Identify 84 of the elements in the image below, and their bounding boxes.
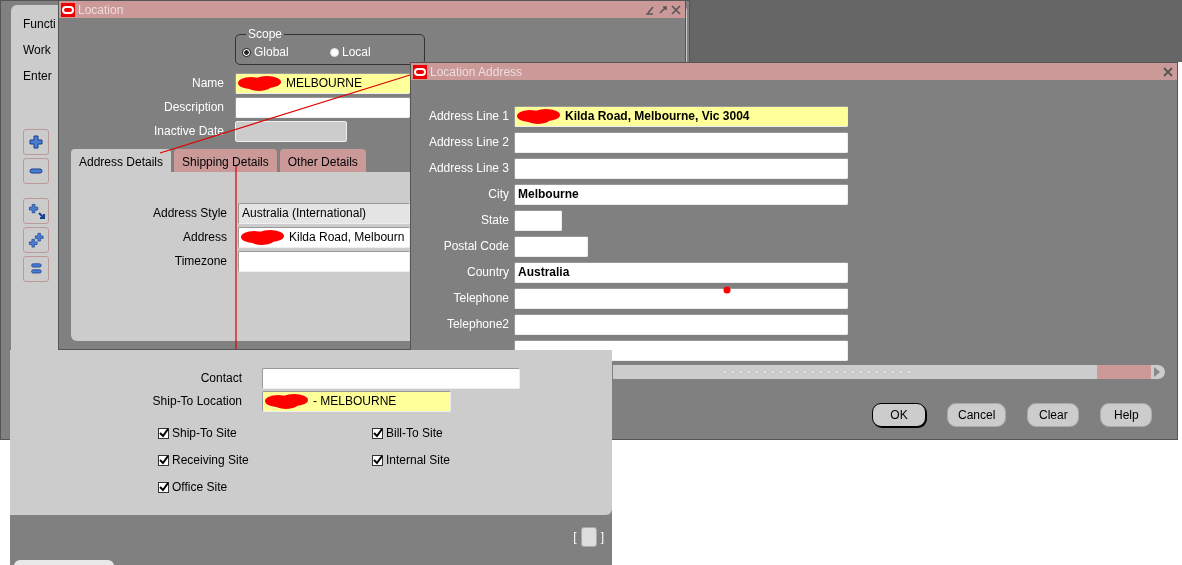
close-icon bbox=[1163, 66, 1173, 77]
field-label: Address bbox=[181, 229, 227, 246]
radio-label: Global bbox=[254, 44, 289, 61]
checkbox[interactable] bbox=[158, 427, 169, 439]
field-label: Address Line 2 bbox=[427, 134, 509, 151]
checkbox-label: Ship-To Site bbox=[172, 425, 237, 442]
group-label: Scope bbox=[246, 27, 285, 41]
checkbox[interactable] bbox=[158, 481, 169, 493]
input-field[interactable]: Australia (International) bbox=[238, 202, 410, 224]
tab[interactable]: Other Details bbox=[279, 149, 366, 172]
input-field[interactable] bbox=[514, 209, 562, 231]
record-button[interactable] bbox=[580, 527, 597, 547]
maximize-icon bbox=[658, 4, 668, 15]
field-label: Address Line 3 bbox=[427, 160, 509, 177]
field-label: Ship-To Location bbox=[151, 393, 242, 410]
input-field[interactable]: Australia bbox=[514, 261, 848, 283]
redaction-mark bbox=[237, 74, 283, 92]
plus-button[interactable] bbox=[23, 129, 49, 155]
tab[interactable]: Shipping Details bbox=[174, 149, 277, 172]
input-field[interactable] bbox=[262, 367, 520, 389]
redaction-mark bbox=[240, 228, 286, 246]
input-field[interactable] bbox=[238, 250, 410, 272]
radio-button[interactable] bbox=[242, 47, 251, 57]
dialog-button[interactable]: OK bbox=[872, 403, 926, 427]
minimize-icon bbox=[645, 4, 655, 15]
field-label: State bbox=[479, 212, 509, 229]
input-field[interactable]: Kilda Road, Melbourn bbox=[238, 226, 410, 248]
input-field[interactable] bbox=[514, 235, 588, 257]
radio-label: Local bbox=[342, 44, 371, 61]
checkbox-label: Receiving Site bbox=[172, 452, 249, 469]
input-field[interactable] bbox=[514, 287, 848, 309]
field-label: Telephone bbox=[452, 290, 509, 307]
scroll-thumb[interactable] bbox=[1097, 365, 1151, 379]
plus-arrow-button[interactable] bbox=[23, 198, 49, 224]
double-plus-icon bbox=[27, 231, 45, 249]
field-label: Postal Code bbox=[442, 238, 509, 255]
checkbox[interactable] bbox=[372, 427, 383, 439]
input-field[interactable]: - MELBOURNE bbox=[262, 390, 451, 412]
checkbox[interactable] bbox=[158, 454, 169, 466]
checkbox-label: Internal Site bbox=[386, 452, 451, 469]
field-label: Contact bbox=[199, 370, 242, 387]
double-minus-button[interactable] bbox=[23, 256, 49, 282]
field-label: Inactive Date bbox=[152, 123, 224, 140]
input-field[interactable]: Kilda Road, Melbourne, Vic 3004 bbox=[514, 105, 848, 127]
minus-button[interactable] bbox=[23, 158, 49, 184]
window-title: Location bbox=[78, 1, 124, 19]
oracle-logo-icon bbox=[61, 2, 75, 17]
input-field[interactable] bbox=[235, 96, 410, 118]
redaction-mark bbox=[264, 392, 310, 410]
field-label: Address Line 1 bbox=[427, 108, 509, 125]
double-plus-button[interactable] bbox=[23, 227, 49, 253]
field-label: Work bbox=[23, 43, 51, 57]
scroll-bar[interactable] bbox=[613, 365, 1165, 379]
plus-arrow-icon bbox=[27, 202, 45, 220]
field-label: Telephone2 bbox=[445, 316, 509, 333]
bracket-text: ] bbox=[600, 529, 604, 546]
field-label: Timezone bbox=[173, 253, 227, 270]
stray-mark bbox=[723, 286, 731, 294]
tab[interactable]: Address Details bbox=[71, 149, 172, 172]
redaction-mark bbox=[516, 107, 562, 125]
checkbox[interactable] bbox=[372, 454, 383, 466]
oracle-logo-icon bbox=[413, 64, 427, 79]
bracket-text: [ bbox=[573, 529, 577, 546]
input-field[interactable] bbox=[514, 313, 848, 335]
plus-icon bbox=[27, 133, 45, 151]
field-label: Description bbox=[162, 99, 224, 116]
field-label: Name bbox=[191, 75, 224, 92]
dialog-button[interactable]: Help bbox=[1100, 403, 1153, 427]
input-field[interactable] bbox=[514, 157, 848, 179]
input-field[interactable]: MELBOURNE bbox=[235, 72, 410, 94]
window-title: Location Address bbox=[430, 63, 523, 81]
grip-pattern-icon bbox=[721, 369, 911, 375]
field-label: Enter bbox=[23, 69, 52, 83]
close-icon bbox=[671, 4, 681, 15]
field-label: Address Style bbox=[151, 205, 227, 222]
field-label: City bbox=[487, 186, 509, 203]
dialog-button[interactable]: Clear bbox=[1027, 403, 1080, 427]
input-field[interactable]: Melbourne bbox=[514, 183, 848, 205]
checkbox-label: Bill-To Site bbox=[386, 425, 443, 442]
checkbox-label: Office Site bbox=[172, 479, 228, 496]
field-label: Functi bbox=[23, 17, 56, 31]
input-field[interactable] bbox=[514, 131, 848, 153]
field-label: Country bbox=[465, 264, 509, 281]
dialog-button[interactable]: Cancel bbox=[947, 403, 1007, 427]
